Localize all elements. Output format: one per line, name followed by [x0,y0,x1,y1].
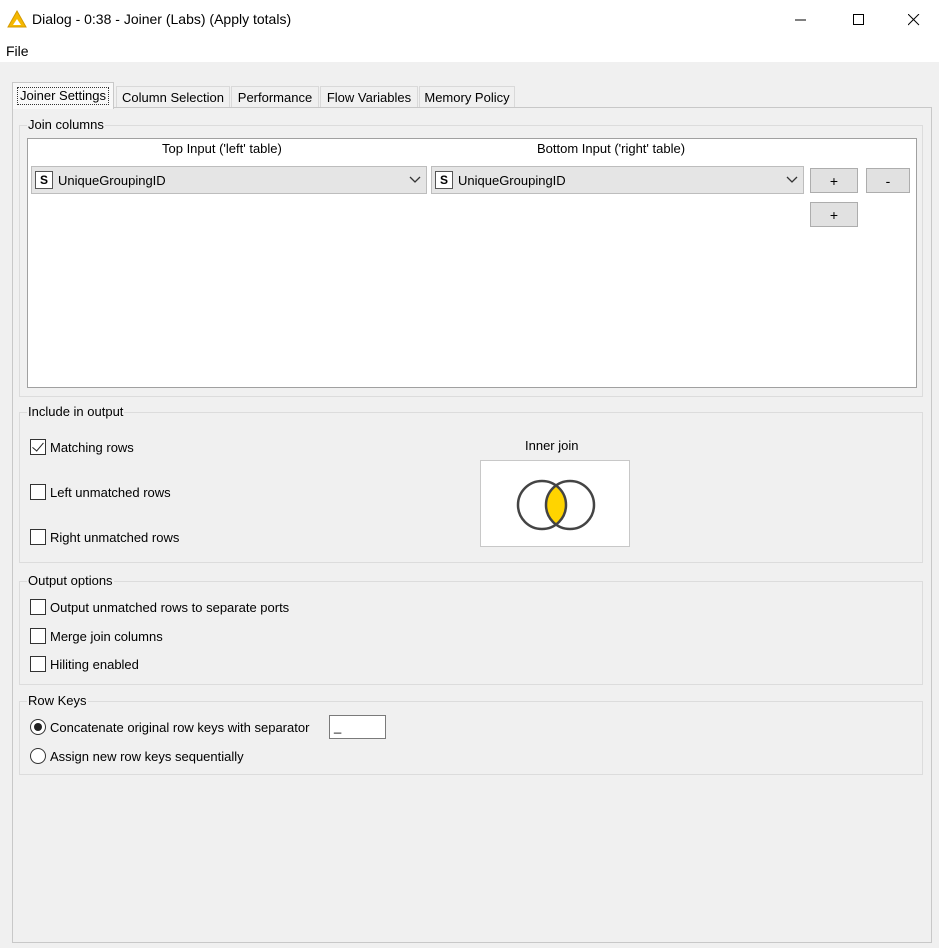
tab-performance[interactable]: Performance [231,86,319,108]
tab-label: Flow Variables [326,89,412,105]
tab-memory-policy[interactable]: Memory Policy [419,86,515,108]
maximize-icon [853,14,864,25]
left-unmatched-checkbox[interactable]: Left unmatched rows [30,484,171,500]
tab-joiner-settings[interactable]: Joiner Settings [12,82,114,109]
menu-file[interactable]: File [6,43,29,59]
warning-triangle-icon [7,10,27,28]
right-column-select[interactable]: S UniqueGroupingID [431,166,804,194]
group-title: Include in output [27,404,125,419]
remove-row-button[interactable]: - [866,168,910,193]
tab-panel: Join columns Top Input ('left' table) Bo… [12,107,932,943]
checkbox-label: Right unmatched rows [50,529,180,545]
tab-label: Joiner Settings [17,87,109,105]
add-row-button[interactable]: + [810,168,858,193]
sequential-keys-radio[interactable]: Assign new row keys sequentially [30,748,244,764]
close-button[interactable] [888,0,939,40]
right-unmatched-checkbox[interactable]: Right unmatched rows [30,529,179,545]
menu-bar: File [0,40,939,62]
group-title: Join columns [27,117,105,132]
tab-label: Memory Policy [424,89,510,105]
tab-label: Column Selection [122,89,224,105]
hiliting-checkbox[interactable]: Hiliting enabled [30,656,139,672]
string-type-icon: S [35,171,53,189]
checkbox-label: Output unmatched rows to separate ports [50,599,290,615]
minimize-icon [795,19,806,21]
radio-label: Assign new row keys sequentially [50,748,244,764]
right-column-header: Bottom Input ('right' table) [537,141,686,156]
left-column-header: Top Input ('left' table) [162,141,282,156]
radio-button[interactable] [30,748,46,764]
string-type-icon: S [435,171,453,189]
checkbox-label: Hiliting enabled [50,656,139,672]
separate-ports-checkbox[interactable]: Output unmatched rows to separate ports [30,599,289,615]
add-row-button[interactable]: + [810,202,858,227]
combo-value: UniqueGroupingID [58,172,166,188]
checkbox-box[interactable] [30,484,46,500]
tab-label: Performance [237,89,313,105]
merge-columns-checkbox[interactable]: Merge join columns [30,628,163,644]
matching-rows-checkbox[interactable]: Matching rows [30,439,134,455]
chevron-down-icon [409,176,421,183]
chevron-down-icon [786,176,798,183]
join-columns-table: Top Input ('left' table) Bottom Input ('… [27,138,917,388]
tab-column-selection[interactable]: Column Selection [116,86,230,108]
checkbox-box[interactable] [30,529,46,545]
venn-diagram-icon [516,479,596,531]
tab-flow-variables[interactable]: Flow Variables [320,86,418,108]
checkbox-label: Left unmatched rows [50,484,171,500]
radio-label: Concatenate original row keys with separ… [50,719,310,735]
combo-value: UniqueGroupingID [458,172,566,188]
group-title: Row Keys [27,693,88,708]
concatenate-keys-radio[interactable]: Concatenate original row keys with separ… [30,719,309,735]
checkbox-box[interactable] [30,439,46,455]
checkbox-box[interactable] [30,656,46,672]
group-title: Output options [27,573,114,588]
join-type-label: Inner join [525,438,579,453]
dialog-content: Joiner Settings Column Selection Perform… [0,62,939,948]
separator-input[interactable]: _ [329,715,386,739]
checkbox-box[interactable] [30,628,46,644]
checkbox-label: Merge join columns [50,628,163,644]
checkbox-box[interactable] [30,599,46,615]
minimize-button[interactable] [772,0,830,40]
maximize-button[interactable] [830,0,888,40]
join-venn-diagram [480,460,630,547]
checkbox-label: Matching rows [50,439,134,455]
window-title: Dialog - 0:38 - Joiner (Labs) (Apply tot… [32,11,292,27]
close-icon [907,14,919,26]
title-bar: Dialog - 0:38 - Joiner (Labs) (Apply tot… [0,0,939,40]
radio-button[interactable] [30,719,46,735]
left-column-select[interactable]: S UniqueGroupingID [31,166,427,194]
